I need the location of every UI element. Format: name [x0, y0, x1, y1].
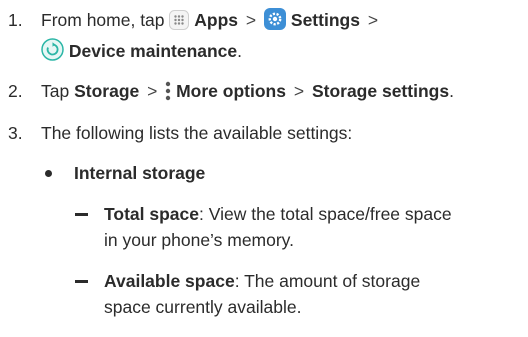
dash-marker — [75, 213, 88, 216]
settings-label: Settings — [290, 10, 360, 30]
separator: > — [147, 81, 158, 101]
more-options-icon — [165, 81, 171, 107]
period: . — [237, 41, 243, 61]
apps-label: Apps — [194, 10, 239, 30]
step-number: 2. — [8, 81, 23, 101]
step-text: The following lists the available settin… — [41, 123, 353, 143]
settings-gear-icon — [264, 8, 287, 36]
dash-marker — [75, 280, 88, 283]
subitem-term: Available space — [104, 271, 235, 291]
separator: > — [245, 10, 257, 30]
bullet-label: Internal storage — [74, 163, 206, 183]
storage-settings-label: Storage settings — [311, 81, 450, 101]
period: . — [449, 81, 454, 101]
device-maintenance-label: Device maintenance — [68, 41, 238, 61]
subitem-term: Total space — [104, 204, 199, 224]
storage-label: Storage — [74, 81, 140, 101]
instruction-page: 1. From home, tap Apps > Settings > Devi… — [0, 0, 528, 337]
step-number: 1. — [8, 10, 23, 30]
subitem-available-space-line2: space currently available. — [104, 297, 302, 317]
device-maintenance-icon — [41, 38, 64, 67]
subitem-description: : The amount of storage — [234, 271, 421, 291]
more-options-label: More options — [176, 81, 286, 101]
subitem-description: : View the total space/free space — [199, 204, 452, 224]
step-number: 3. — [8, 123, 23, 143]
step-1-continued: Device maintenance. — [41, 38, 242, 67]
bullet-dot — [45, 170, 52, 177]
step-text: From home, tap — [41, 10, 165, 30]
separator: > — [293, 81, 305, 101]
subitem-total-space-line2: in your phone’s memory. — [104, 230, 294, 250]
step-text: Tap — [41, 81, 70, 101]
separator: > — [367, 10, 379, 30]
apps-grid-icon — [169, 10, 190, 36]
